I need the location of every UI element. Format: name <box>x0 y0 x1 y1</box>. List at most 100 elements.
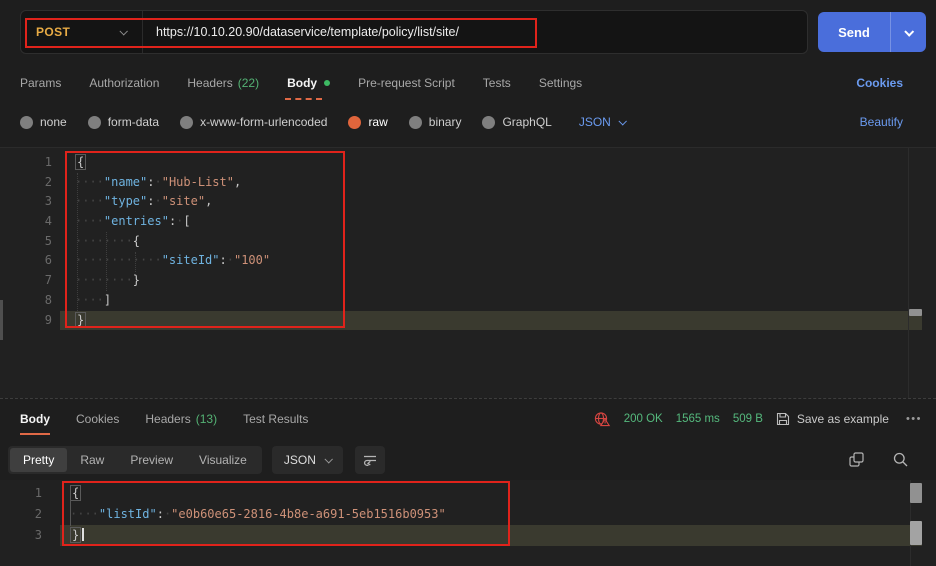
radio-icon <box>409 116 422 129</box>
copy-response-button[interactable] <box>849 452 864 467</box>
response-tab-headers[interactable]: Headers (13) <box>145 412 217 426</box>
scrollbar-thumb[interactable] <box>909 309 922 316</box>
send-options-button[interactable] <box>890 12 926 52</box>
indent-guide <box>135 252 136 272</box>
token: { <box>75 154 86 170</box>
token: ········ <box>75 234 133 248</box>
token: ···· <box>70 507 99 521</box>
search-icon <box>893 452 908 467</box>
body-type-raw[interactable]: raw <box>348 115 387 129</box>
tab-body[interactable]: Body <box>287 76 330 90</box>
body-type-row: none form-data x-www-form-urlencoded raw… <box>0 106 936 138</box>
raw-format-dropdown[interactable]: JSON <box>579 115 625 129</box>
view-mode-raw[interactable]: Raw <box>67 448 117 472</box>
response-view-row: Pretty Raw Preview Visualize JSON <box>0 439 936 480</box>
view-mode-pretty[interactable]: Pretty <box>10 448 67 472</box>
body-type-none[interactable]: none <box>20 115 67 129</box>
token: "type" <box>104 194 147 208</box>
token: : <box>157 507 164 521</box>
response-tab-cookies[interactable]: Cookies <box>76 412 119 426</box>
tab-pre-request-script[interactable]: Pre-request Script <box>358 76 455 90</box>
radio-icon-selected <box>348 116 361 129</box>
save-as-example-button[interactable]: Save as example <box>776 412 889 426</box>
request-body-editor[interactable]: 123456789 {····"name":·"Hub-List",····"t… <box>0 147 936 398</box>
code-line[interactable]: ····] <box>60 291 922 311</box>
token: : <box>220 253 227 267</box>
status-code[interactable]: 200 OK <box>624 413 663 425</box>
api-client-window: POST https://10.10.20.90/dataservice/tem… <box>0 0 936 566</box>
wrap-lines-button[interactable] <box>355 446 385 474</box>
token: ···· <box>75 175 104 189</box>
body-type-x-www-form-urlencoded[interactable]: x-www-form-urlencoded <box>180 115 327 129</box>
line-number: 6 <box>0 251 52 271</box>
text-cursor <box>82 528 84 541</box>
beautify-link[interactable]: Beautify <box>860 115 903 129</box>
window-edge-scrollbar[interactable] <box>0 300 3 340</box>
line-number-gutter: 123 <box>0 483 42 546</box>
body-type-binary[interactable]: binary <box>409 115 462 129</box>
line-number: 1 <box>0 483 42 504</box>
indent-guide <box>77 173 78 311</box>
token: ········ <box>75 273 133 287</box>
response-header: Body Cookies Headers (13) Test Results 2 <box>0 399 936 438</box>
body-type-graphql[interactable]: GraphQL <box>482 115 551 129</box>
request-url-bar: POST https://10.10.20.90/dataservice/tem… <box>20 10 808 54</box>
token: "name" <box>104 175 147 189</box>
ssl-warning-globe-icon[interactable] <box>594 411 611 427</box>
response-tab-test-results[interactable]: Test Results <box>243 412 308 426</box>
view-mode-visualize[interactable]: Visualize <box>186 448 260 472</box>
response-body-editor[interactable]: 123 {····"listId":·"e0b60e65-2816-4b8e-a… <box>0 480 936 566</box>
tab-settings[interactable]: Settings <box>539 76 582 90</box>
code-line[interactable]: { <box>60 153 922 173</box>
method-dropdown[interactable]: POST <box>21 11 143 53</box>
code-line[interactable]: ····"name":·"Hub-List", <box>60 173 922 193</box>
token: "Hub-List" <box>162 175 234 189</box>
code-line[interactable]: ········{ <box>60 232 922 252</box>
token: ···· <box>75 214 104 228</box>
unsaved-changes-dot <box>324 80 330 86</box>
view-mode-preview[interactable]: Preview <box>117 448 186 472</box>
line-number: 1 <box>0 153 52 173</box>
body-type-form-data[interactable]: form-data <box>88 115 159 129</box>
response-meta: 200 OK 1565 ms 509 B Save as example ••• <box>594 411 922 427</box>
tab-tests[interactable]: Tests <box>483 76 511 90</box>
code-line[interactable]: } <box>60 525 922 546</box>
url-input[interactable]: https://10.10.20.90/dataservice/template… <box>143 25 459 39</box>
response-time[interactable]: 1565 ms <box>676 413 720 425</box>
radio-icon <box>180 116 193 129</box>
token: , <box>234 175 241 189</box>
code-line[interactable]: ····"listId":·"e0b60e65-2816-4b8e-a691-5… <box>60 504 922 525</box>
tab-headers[interactable]: Headers (22) <box>187 76 259 90</box>
line-number: 8 <box>0 291 52 311</box>
code-line[interactable]: ········} <box>60 271 922 291</box>
indent-guide <box>106 232 107 291</box>
scrollbar-thumb[interactable] <box>910 521 922 545</box>
token: "siteId" <box>162 253 220 267</box>
token: , <box>205 194 212 208</box>
code-line[interactable]: ············"siteId":·"100" <box>60 251 922 271</box>
code-line[interactable]: } <box>60 311 922 331</box>
tab-authorization[interactable]: Authorization <box>89 76 159 90</box>
token: ···· <box>75 293 104 307</box>
line-number: 2 <box>0 173 52 193</box>
bracket-match-guide <box>70 500 71 526</box>
line-number: 5 <box>0 232 52 252</box>
tab-params[interactable]: Params <box>20 76 61 90</box>
line-number: 2 <box>0 504 42 525</box>
code-line[interactable]: ····"entries":·[ <box>60 212 922 232</box>
token: · <box>155 175 162 189</box>
send-button[interactable]: Send <box>818 12 890 52</box>
more-options-button[interactable]: ••• <box>906 413 922 425</box>
chevron-down-icon <box>904 26 914 36</box>
response-size[interactable]: 509 B <box>733 413 763 425</box>
code-line[interactable]: { <box>60 483 922 504</box>
response-format-dropdown[interactable]: JSON <box>272 446 343 474</box>
response-code-area[interactable]: {····"listId":·"e0b60e65-2816-4b8e-a691-… <box>60 483 922 546</box>
response-tab-body[interactable]: Body <box>20 412 50 426</box>
cookies-link[interactable]: Cookies <box>856 76 903 90</box>
search-response-button[interactable] <box>893 452 908 467</box>
code-line[interactable]: ····"type":·"site", <box>60 192 922 212</box>
request-code-area[interactable]: {····"name":·"Hub-List",····"type":·"sit… <box>60 153 922 330</box>
scrollbar-thumb[interactable] <box>910 483 922 503</box>
radio-icon <box>482 116 495 129</box>
